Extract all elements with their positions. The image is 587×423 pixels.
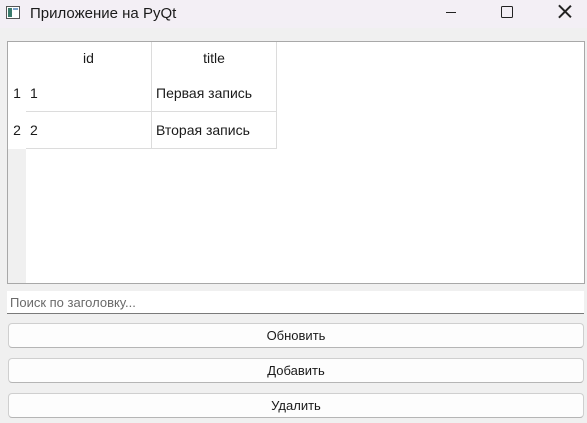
row-header[interactable]: 2 — [8, 112, 26, 149]
row-header[interactable]: 1 — [8, 75, 26, 112]
table-cell-id[interactable]: 2 — [26, 112, 152, 149]
add-button[interactable]: Добавить — [8, 358, 584, 383]
close-icon — [558, 4, 572, 18]
table-cell-title[interactable]: Вторая запись — [152, 112, 277, 149]
delete-button[interactable]: Удалить — [8, 393, 584, 418]
minimize-button[interactable] — [428, 0, 474, 28]
records-table[interactable]: id title 1 2 1 Первая запись 2 Вторая за… — [7, 41, 585, 284]
table-cell-title[interactable]: Первая запись — [152, 75, 277, 112]
refresh-button[interactable]: Обновить — [8, 323, 584, 348]
table-cell-id[interactable]: 1 — [26, 75, 152, 112]
column-header-title[interactable]: title — [152, 42, 277, 75]
title-bar[interactable]: Приложение на PyQt — [0, 0, 587, 28]
minimize-icon — [446, 12, 456, 13]
close-button[interactable] — [541, 0, 587, 28]
column-header-id[interactable]: id — [26, 42, 152, 75]
maximize-icon — [501, 6, 513, 18]
table-corner-button[interactable] — [8, 42, 26, 75]
search-input[interactable] — [7, 291, 584, 314]
window-title: Приложение на PyQt — [30, 5, 177, 22]
maximize-button[interactable] — [484, 0, 530, 28]
window-app-icon — [6, 6, 20, 19]
